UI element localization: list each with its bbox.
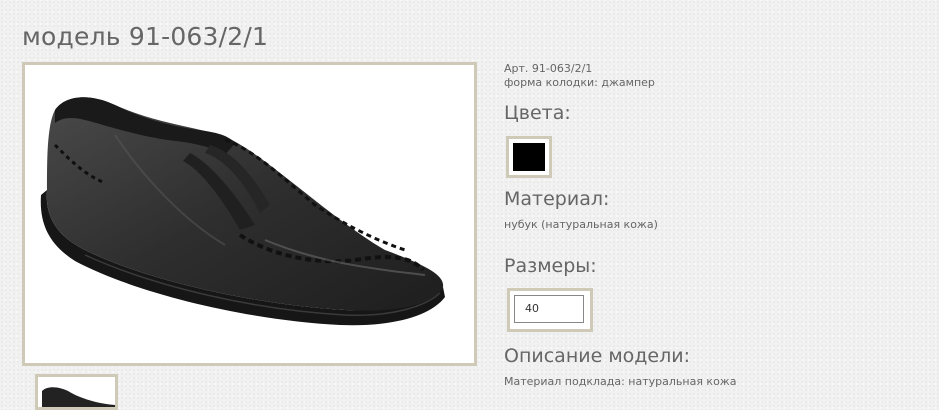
description-text: Материал подклада: натуральная кожа [504, 375, 737, 388]
product-main-image[interactable] [22, 62, 477, 366]
product-thumbnail[interactable] [35, 374, 118, 410]
page-title: модель 91-063/2/1 [22, 22, 269, 51]
material-value: нубук (натуральная кожа) [504, 218, 658, 231]
sizes-heading: Размеры: [504, 255, 597, 277]
shoe-thumbnail-illustration [38, 377, 115, 407]
color-swatch-black [513, 143, 545, 171]
colors-heading: Цвета: [504, 102, 571, 124]
size-option[interactable]: 40 [507, 288, 593, 332]
description-heading: Описание модели: [504, 345, 690, 367]
size-value: 40 [514, 295, 584, 323]
shoe-illustration [25, 65, 474, 363]
material-heading: Материал: [504, 188, 610, 210]
color-swatch-option[interactable] [506, 136, 552, 178]
last-shape: форма колодки: джампер [504, 76, 655, 89]
article-info: Арт. 91-063/2/1 форма колодки: джампер [504, 62, 655, 90]
article-number: Арт. 91-063/2/1 [504, 62, 593, 75]
